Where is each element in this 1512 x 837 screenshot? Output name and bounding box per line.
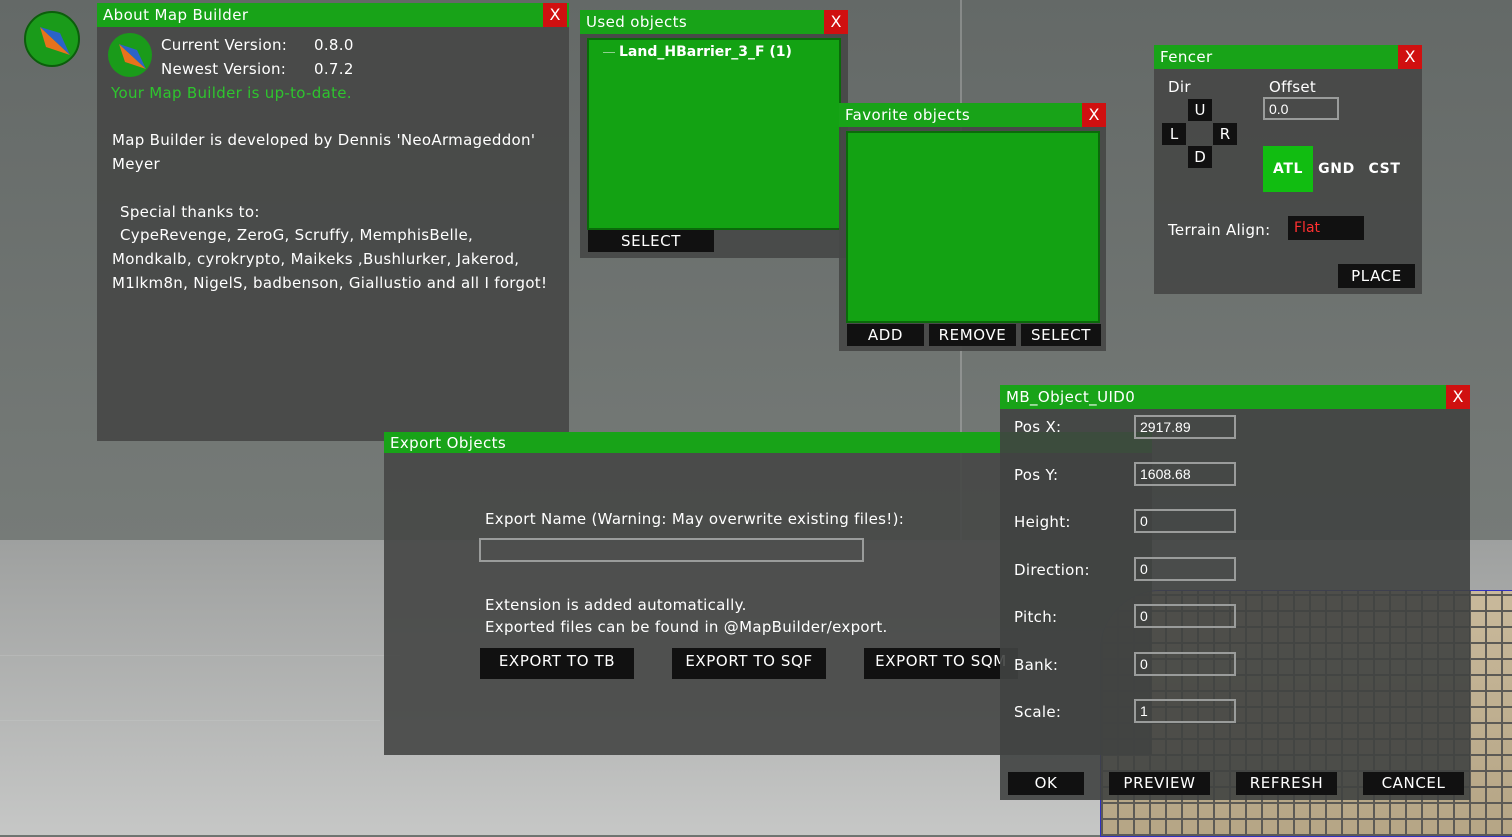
bank-label: Bank: xyxy=(1014,656,1059,674)
scale-input[interactable] xyxy=(1134,699,1236,723)
place-button[interactable]: PLACE xyxy=(1338,264,1415,288)
offset-input[interactable] xyxy=(1263,97,1339,120)
export-name-label: Export Name (Warning: May overwrite exis… xyxy=(485,510,905,528)
pos-x-label: Pos X: xyxy=(1014,418,1062,436)
update-status: Your Map Builder is up-to-date. xyxy=(111,84,352,102)
grid-line xyxy=(0,720,380,721)
about-title: About Map Builder xyxy=(103,6,249,24)
mode-gnd-button[interactable]: GND xyxy=(1314,146,1359,192)
object-properties-window: MB_Object_UID0 X Pos X: Pos Y: Height: D… xyxy=(1000,385,1470,800)
dir-label: Dir xyxy=(1168,78,1191,96)
newest-version-value: 0.7.2 xyxy=(314,60,354,78)
pos-y-label: Pos Y: xyxy=(1014,466,1059,484)
export-name-input[interactable] xyxy=(479,538,864,562)
favorite-objects-window: Favorite objects X ADD REMOVE SELECT xyxy=(839,103,1106,351)
preview-button[interactable]: PREVIEW xyxy=(1109,772,1210,795)
list-item-label: Land_HBarrier_3_F (1) xyxy=(619,44,792,60)
favorite-objects-list[interactable] xyxy=(846,131,1100,323)
mode-cst-button[interactable]: CST xyxy=(1362,146,1407,192)
newest-version-label: Newest Version: xyxy=(161,60,287,78)
object-close-button[interactable]: X xyxy=(1446,385,1470,409)
object-titlebar[interactable]: MB_Object_UID0 xyxy=(1000,385,1470,409)
about-close-button[interactable]: X xyxy=(543,3,567,27)
export-tb-button[interactable]: EXPORT TO TB xyxy=(480,648,634,679)
terrain-align-value: Flat xyxy=(1294,220,1321,236)
about-window: About Map Builder X Current Version: 0.8… xyxy=(97,3,569,441)
terrain-align-select[interactable]: Flat xyxy=(1288,216,1364,240)
export-title: Export Objects xyxy=(390,434,507,452)
thanks-line: CypeRevenge, ZeroG, Scruffy, MemphisBell… xyxy=(120,226,474,244)
used-objects-list[interactable]: Land_HBarrier_3_F (1) xyxy=(587,38,841,230)
export-sqf-button[interactable]: EXPORT TO SQF xyxy=(672,648,826,679)
fencer-title: Fencer xyxy=(1160,48,1213,66)
favorite-objects-title: Favorite objects xyxy=(845,106,971,124)
used-objects-close-button[interactable]: X xyxy=(824,10,848,34)
used-select-button[interactable]: SELECT xyxy=(588,230,714,252)
favorite-remove-button[interactable]: REMOVE xyxy=(929,324,1016,346)
terrain-align-label: Terrain Align: xyxy=(1168,221,1271,239)
favorite-objects-close-button[interactable]: X xyxy=(1082,103,1106,127)
thanks-line: Mondkalb, cyrokrypto, Maikeks ,Bushlurke… xyxy=(112,250,520,268)
direction-label: Direction: xyxy=(1014,561,1090,579)
fencer-window: Fencer X Dir U L R D Offset ATL GND CST … xyxy=(1154,45,1422,294)
height-input[interactable] xyxy=(1134,509,1236,533)
pitch-input[interactable] xyxy=(1134,604,1236,628)
favorite-objects-titlebar[interactable]: Favorite objects xyxy=(839,103,1106,127)
thanks-line: M1lkm8n, NigelS, badbenson, Giallustio a… xyxy=(112,274,548,292)
ok-button[interactable]: OK xyxy=(1008,772,1084,795)
fencer-close-button[interactable]: X xyxy=(1398,45,1422,69)
export-info-line: Exported files can be found in @MapBuild… xyxy=(485,618,888,636)
mode-atl-button[interactable]: ATL xyxy=(1263,146,1313,192)
direction-input[interactable] xyxy=(1134,557,1236,581)
list-item[interactable]: Land_HBarrier_3_F (1) xyxy=(603,44,792,60)
used-objects-window: Used objects X Land_HBarrier_3_F (1) SEL… xyxy=(580,10,848,258)
cancel-button[interactable]: CANCEL xyxy=(1363,772,1464,795)
current-version-value: 0.8.0 xyxy=(314,36,354,54)
dir-down-button[interactable]: D xyxy=(1188,146,1212,168)
about-logo-icon xyxy=(108,33,152,77)
map-builder-logo[interactable] xyxy=(24,11,80,67)
refresh-button[interactable]: REFRESH xyxy=(1236,772,1337,795)
scale-label: Scale: xyxy=(1014,703,1062,721)
grid-line xyxy=(0,655,400,656)
height-label: Height: xyxy=(1014,513,1071,531)
pos-x-input[interactable] xyxy=(1134,415,1236,439)
favorite-select-button[interactable]: SELECT xyxy=(1021,324,1101,346)
export-sqm-button[interactable]: EXPORT TO SQM xyxy=(864,648,1018,679)
object-title: MB_Object_UID0 xyxy=(1006,388,1136,406)
used-objects-title: Used objects xyxy=(586,13,688,31)
fencer-titlebar[interactable]: Fencer xyxy=(1154,45,1422,69)
dir-right-button[interactable]: R xyxy=(1213,123,1237,145)
developer-line: Meyer xyxy=(112,155,160,173)
current-version-label: Current Version: xyxy=(161,36,288,54)
export-info-line: Extension is added automatically. xyxy=(485,596,747,614)
thanks-header: Special thanks to: xyxy=(120,203,260,221)
offset-label: Offset xyxy=(1269,78,1317,96)
bank-input[interactable] xyxy=(1134,652,1236,676)
dir-left-button[interactable]: L xyxy=(1162,123,1186,145)
dir-up-button[interactable]: U xyxy=(1188,99,1212,121)
about-titlebar[interactable]: About Map Builder xyxy=(97,3,569,27)
pitch-label: Pitch: xyxy=(1014,608,1058,626)
developer-line: Map Builder is developed by Dennis 'NeoA… xyxy=(112,131,536,149)
tree-branch-icon xyxy=(603,51,615,53)
used-objects-titlebar[interactable]: Used objects xyxy=(580,10,848,34)
favorite-add-button[interactable]: ADD xyxy=(847,324,924,346)
pos-y-input[interactable] xyxy=(1134,462,1236,486)
